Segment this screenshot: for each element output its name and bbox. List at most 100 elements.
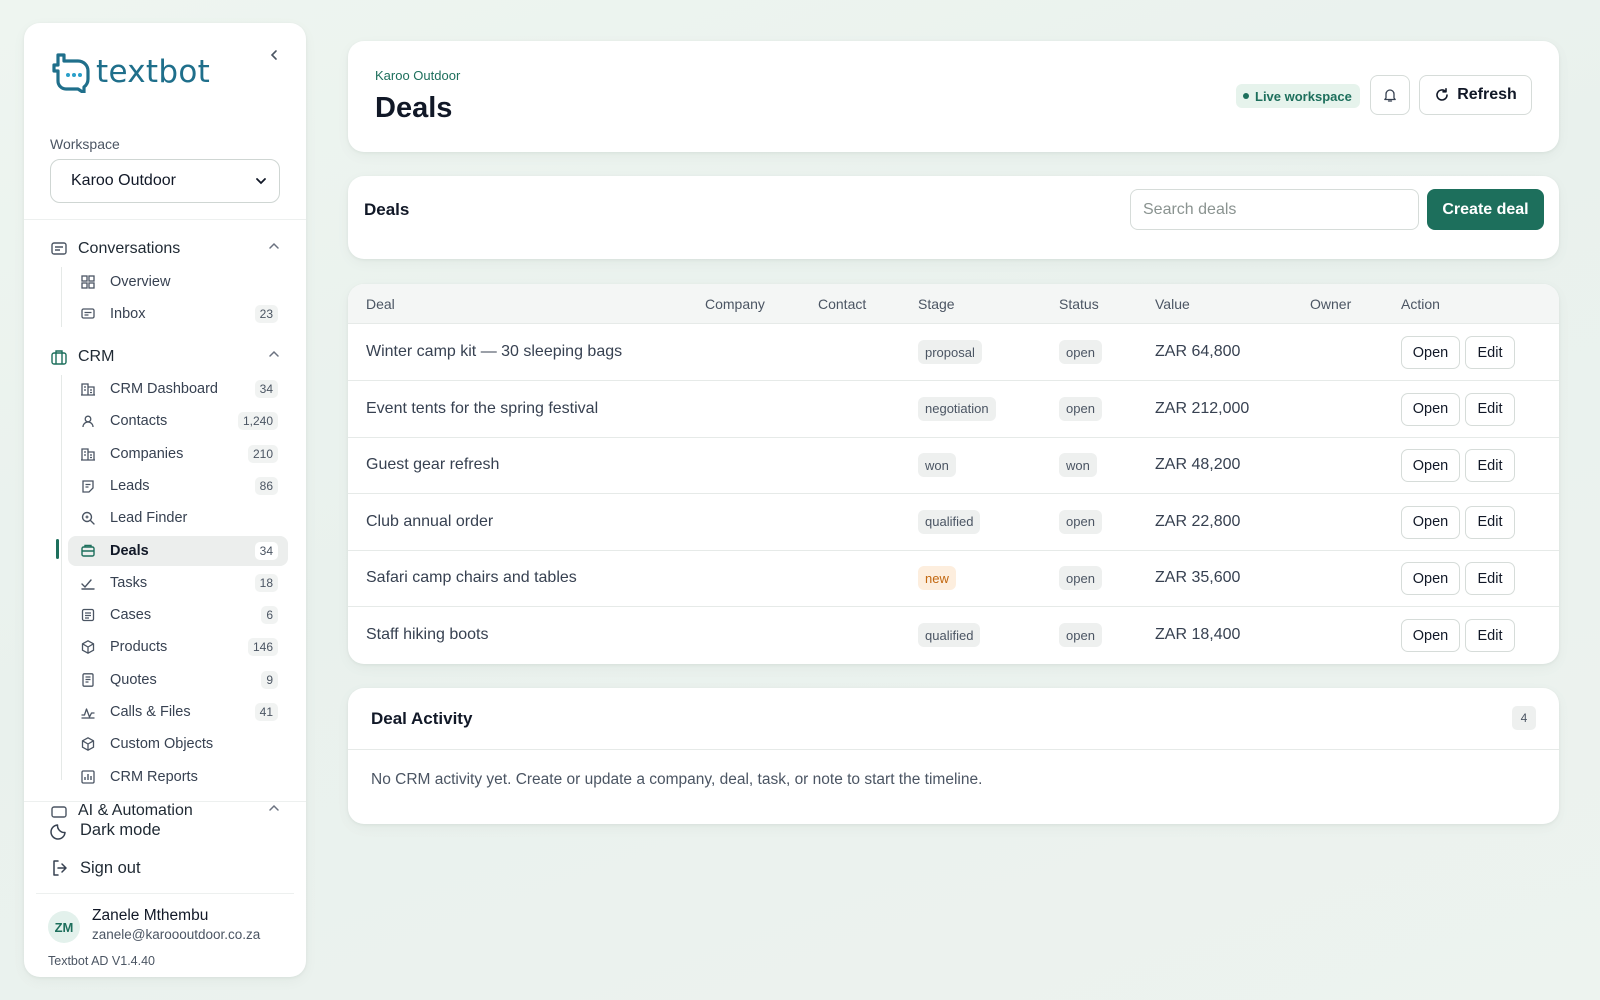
edit-deal-button[interactable]: Edit xyxy=(1465,619,1515,652)
briefcase-icon xyxy=(51,350,67,365)
sidebar: textbot Workspace Karoo Outdoor Conversa… xyxy=(24,23,306,977)
table-row[interactable]: Winter camp kit — 30 sleeping bags propos… xyxy=(348,324,1559,381)
nav-group-conversations[interactable]: Conversations xyxy=(50,236,280,262)
live-badge-label: Live workspace xyxy=(1255,88,1352,104)
activity-count-badge: 4 xyxy=(1512,706,1536,730)
dark-mode-toggle[interactable]: Dark mode xyxy=(50,820,161,840)
chevron-up-icon xyxy=(269,350,279,357)
sidebar-item-quotes[interactable]: Quotes 9 xyxy=(68,665,288,695)
sidebar-item-contacts[interactable]: Contacts 1,240 xyxy=(68,406,288,436)
stage-badge: qualified xyxy=(918,623,981,647)
sidebar-item-label: Companies xyxy=(110,445,184,462)
column-header-status[interactable]: Status xyxy=(1059,296,1099,312)
refresh-icon xyxy=(1436,88,1449,101)
item-count-badge: 210 xyxy=(247,444,278,463)
item-count-badge: 9 xyxy=(261,670,278,689)
open-deal-button[interactable]: Open xyxy=(1401,392,1460,426)
tree-line xyxy=(61,267,62,327)
sidebar-item-crm-reports[interactable]: CRM Reports xyxy=(68,762,288,792)
sidebar-item-label: Products xyxy=(110,639,168,656)
nav-group-label: AI & Automation xyxy=(78,802,193,819)
deals-toolbar: Deals Create deal xyxy=(348,176,1559,259)
cube-icon xyxy=(80,736,96,752)
edit-deal-button[interactable]: Edit xyxy=(1465,449,1515,483)
table-row[interactable]: Guest gear refresh won won ZAR 48,200 Open Ed… xyxy=(348,437,1559,495)
breadcrumb[interactable]: Karoo Outdoor xyxy=(375,68,460,83)
moon-icon xyxy=(50,824,66,840)
sign-out-button[interactable]: Sign out xyxy=(50,858,141,878)
edit-deal-button[interactable]: Edit xyxy=(1465,562,1515,596)
brand[interactable]: textbot xyxy=(50,51,210,93)
edit-deal-button[interactable]: Edit xyxy=(1465,505,1515,539)
activity-icon xyxy=(80,704,96,720)
activity-divider xyxy=(348,749,1559,750)
notifications-button[interactable] xyxy=(1370,75,1410,115)
nav-group-label: Conversations xyxy=(78,240,181,257)
column-header-company[interactable]: Company xyxy=(705,296,765,312)
table-row[interactable]: Event tents for the spring festival negot… xyxy=(348,381,1559,438)
collapse-sidebar-button[interactable] xyxy=(262,43,286,67)
column-header-value[interactable]: Value xyxy=(1155,296,1190,312)
sidebar-item-deals[interactable]: Deals 34 xyxy=(68,535,288,566)
value-cell: ZAR 64,800 xyxy=(1155,343,1241,360)
status-badge: open xyxy=(1059,509,1102,534)
column-header-action[interactable]: Action xyxy=(1401,296,1440,312)
create-deal-button[interactable]: Create deal xyxy=(1427,189,1544,230)
deal-name-cell[interactable]: Winter camp kit — 30 sleeping bags xyxy=(366,343,622,361)
stage-badge: negotiation xyxy=(918,396,996,421)
deal-name-cell[interactable]: Guest gear refresh xyxy=(366,456,499,474)
sign-out-label: Sign out xyxy=(80,858,141,877)
refresh-label: Refresh xyxy=(1457,86,1517,103)
sidebar-nav[interactable]: Conversations Overview Inbox 23 CRM CRM Da… xyxy=(24,220,306,825)
sidebar-item-cases[interactable]: Cases 6 xyxy=(68,600,288,630)
column-header-deal[interactable]: Deal xyxy=(366,296,395,312)
sidebar-item-crm-dashboard[interactable]: CRM Dashboard 34 xyxy=(68,374,288,404)
open-deal-button[interactable]: Open xyxy=(1401,619,1460,652)
sidebar-item-overview[interactable]: Overview xyxy=(68,267,288,297)
column-header-owner[interactable]: Owner xyxy=(1310,296,1351,312)
nav-group-crm[interactable]: CRM xyxy=(50,344,280,370)
deal-name-cell[interactable]: Club annual order xyxy=(366,513,493,531)
table-row[interactable]: Club annual order qualified open ZAR 22,800… xyxy=(348,494,1559,551)
sidebar-item-companies[interactable]: Companies 210 xyxy=(68,439,288,469)
item-count-badge: 6 xyxy=(261,606,278,625)
sidebar-item-custom-objects[interactable]: Custom Objects xyxy=(68,729,288,759)
edit-deal-button[interactable]: Edit xyxy=(1465,392,1515,426)
section-title: Deals xyxy=(364,200,410,219)
column-header-contact[interactable]: Contact xyxy=(818,296,866,312)
sidebar-item-leads[interactable]: Leads 86 xyxy=(68,471,288,501)
page-header: Karoo Outdoor Deals Live workspace Refre… xyxy=(348,41,1559,152)
deal-name-cell[interactable]: Safari camp chairs and tables xyxy=(366,569,577,587)
search-input[interactable] xyxy=(1130,189,1419,230)
sidebar-item-label: CRM Dashboard xyxy=(110,381,218,397)
sidebar-item-label: Cases xyxy=(110,607,152,624)
sidebar-divider xyxy=(36,893,294,894)
workspace-select[interactable]: Karoo Outdoor xyxy=(50,159,280,203)
deal-name-cell[interactable]: Staff hiking boots xyxy=(366,626,488,644)
open-deal-button[interactable]: Open xyxy=(1401,449,1460,483)
sidebar-item-inbox[interactable]: Inbox 23 xyxy=(68,299,288,329)
deal-name-cell[interactable]: Event tents for the spring festival xyxy=(366,400,598,418)
refresh-button[interactable]: Refresh xyxy=(1419,75,1532,115)
value-cell: ZAR 22,800 xyxy=(1155,512,1241,530)
edit-deal-button[interactable]: Edit xyxy=(1465,336,1515,369)
sidebar-item-products[interactable]: Products 146 xyxy=(68,632,288,662)
open-deal-button[interactable]: Open xyxy=(1401,505,1460,539)
status-badge: open xyxy=(1059,396,1102,421)
user-name: Zanele Mthembu xyxy=(92,907,209,924)
sidebar-item-lead-finder[interactable]: Lead Finder xyxy=(68,503,288,533)
sidebar-item-label: Lead Finder xyxy=(110,510,188,527)
quote-icon xyxy=(80,672,96,688)
user-email: zanele@karoooutdoor.co.za xyxy=(92,927,261,942)
box-icon xyxy=(80,639,96,655)
open-deal-button[interactable]: Open xyxy=(1401,336,1460,369)
column-header-stage[interactable]: Stage xyxy=(918,296,955,312)
table-row[interactable]: Safari camp chairs and tables new open ZAR … xyxy=(348,550,1559,608)
table-row[interactable]: Staff hiking boots qualified open ZAR 18,40… xyxy=(348,607,1559,664)
open-deal-button[interactable]: Open xyxy=(1401,562,1460,596)
sidebar-item-tasks[interactable]: Tasks 18 xyxy=(68,568,288,598)
sidebar-item-label: Deals xyxy=(110,542,149,559)
value-cell: ZAR 18,400 xyxy=(1155,626,1241,643)
sidebar-item-calls-files[interactable]: Calls & Files 41 xyxy=(68,697,288,727)
cases-icon xyxy=(80,607,96,623)
